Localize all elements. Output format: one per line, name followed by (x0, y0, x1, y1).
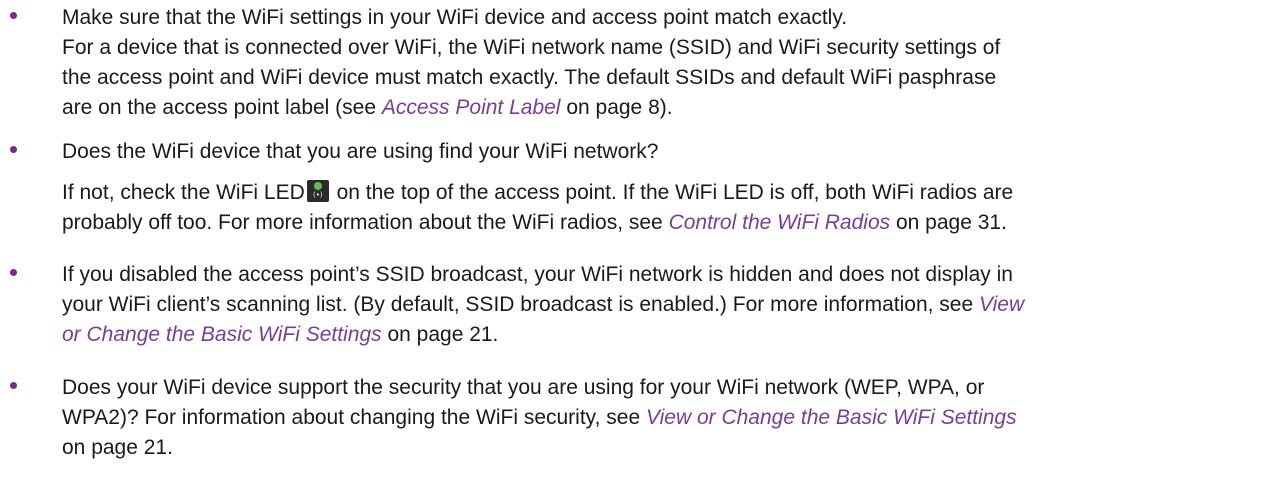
item-1-line-4-suffix: on page 8). (560, 96, 673, 119)
list-item: Does the WiFi device that you are using … (10, 137, 1262, 238)
led-dot (313, 182, 322, 190)
list-item: Does your WiFi device support the securi… (10, 373, 1262, 463)
item-3-line-3-suffix: on page 21. (381, 323, 499, 346)
access-point-label-link[interactable]: Access Point Label (382, 96, 561, 119)
control-wifi-radios-link[interactable]: Control the WiFi Radios (669, 211, 891, 234)
list-item: Make sure that the WiFi settings in your… (10, 3, 1262, 123)
item-2-line-2: If not, check the WiFi LED (•) on the top… (62, 178, 1262, 208)
bullet-icon (10, 12, 17, 19)
item-1-line-3: the access point and WiFi device must ma… (62, 66, 997, 89)
item-1-line-4-prefix: are on the access point label (see (62, 96, 382, 119)
view-change-basic-wifi-link-part1[interactable]: View (979, 293, 1024, 316)
bullet-icon (10, 146, 17, 153)
bullet-icon (10, 382, 17, 389)
item-2-line-2-suffix: on the top of the access point. If the W… (330, 181, 1014, 204)
item-2-line-3-prefix: probably off too. For more information a… (62, 211, 669, 234)
item-3-line-1: If you disabled the access point’s SSID … (62, 263, 1013, 286)
item-3-line-2-prefix: your WiFi client’s scanning list. (By de… (62, 293, 979, 316)
item-4-line-3: on page 21. (62, 436, 173, 459)
item-1-line-4: are on the access point label (see Acces… (62, 93, 1262, 123)
view-change-basic-wifi-link[interactable]: View or Change the Basic WiFi Settings (646, 406, 1017, 429)
item-2-line-3: probably off too. For more information a… (62, 208, 1262, 238)
item-2-line-1: Does the WiFi device that you are using … (62, 140, 659, 163)
item-2-line-2-prefix: If not, check the WiFi LED (62, 181, 305, 204)
item-3-line-2: your WiFi client’s scanning list. (By de… (62, 290, 1262, 320)
item-1-line-1: Make sure that the WiFi settings in your… (62, 6, 848, 29)
wifi-led-icon: (•) (306, 180, 329, 202)
led-waves: (•) (312, 191, 323, 199)
item-2-line-3-suffix: on page 31. (890, 211, 1007, 234)
bullet-icon (10, 269, 17, 276)
item-4-line-2: WPA2)? For information about changing th… (62, 403, 1262, 433)
view-change-basic-wifi-link-part2[interactable]: or Change the Basic WiFi Settings (62, 323, 382, 346)
list-item: If you disabled the access point’s SSID … (10, 260, 1262, 350)
item-3-line-3: or Change the Basic WiFi Settings on pag… (62, 320, 1262, 350)
item-4-line-1: Does your WiFi device support the securi… (62, 376, 985, 399)
item-1-line-2: For a device that is connected over WiFi… (62, 36, 1001, 59)
item-4-line-2-prefix: WPA2)? For information about changing th… (62, 406, 646, 429)
